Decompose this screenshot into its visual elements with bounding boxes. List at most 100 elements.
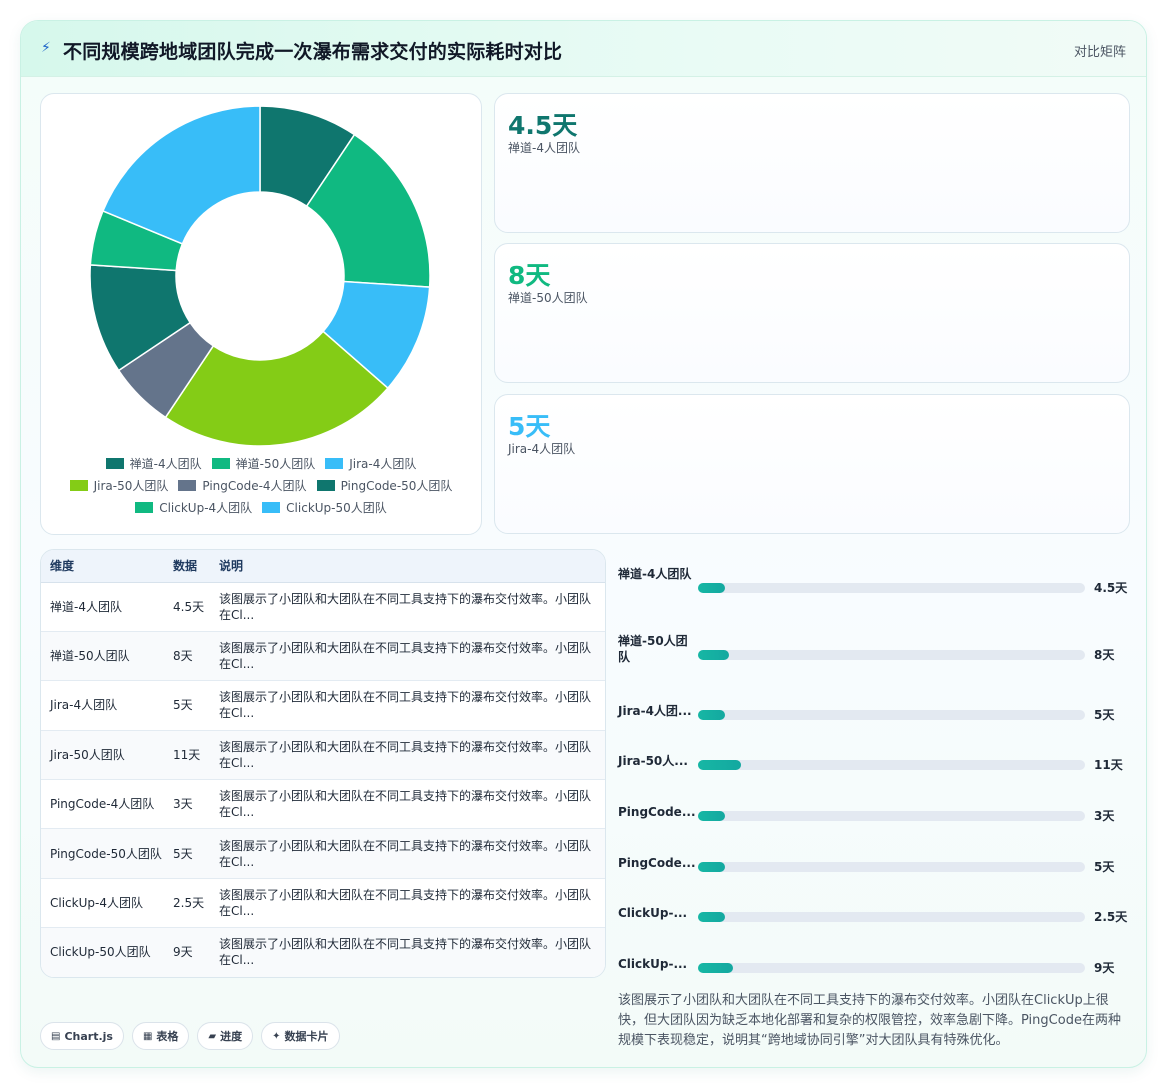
cell-description: 该图展示了小团队和大团队在不同工具支持下的瀑布交付效率。小团队在Cl... — [210, 631, 605, 682]
legend-item[interactable]: ClickUp-4人团队 — [135, 499, 252, 516]
progress-bars: 禅道-4人团队 4.5天 禅道-50人团队 8天 Jira-4人团... 5天 Jira-5… — [618, 549, 1128, 979]
donut-chart-panel: 禅道-4人团队 禅道-50人团队 Jira-4人团队 Jira-50人团队 PingCo… — [40, 93, 482, 535]
progress-label: PingCode... — [618, 856, 696, 870]
progress-row: PingCode... 5天 — [618, 856, 1128, 901]
legend-swatch — [135, 501, 154, 513]
cell-dimension: ClickUp-4人团队 — [41, 878, 164, 929]
donut-chart — [89, 105, 431, 447]
progress-fill — [698, 710, 726, 720]
cell-dimension: ClickUp-50人团队 — [41, 927, 164, 977]
cell-dimension: Jira-4人团队 — [41, 680, 164, 731]
cell-dimension: 禅道-50人团队 — [41, 631, 164, 682]
legend-item[interactable]: PingCode-50人团队 — [316, 477, 453, 494]
progress-fill — [698, 760, 741, 770]
legend-swatch — [178, 479, 197, 491]
cell-value: 8天 — [164, 631, 210, 682]
cell-description: 该图展示了小团队和大团队在不同工具支持下的瀑布交付效率。小团队在Cl... — [210, 828, 605, 879]
legend-swatch — [105, 457, 124, 469]
kpi-card: 5天 Jira-4人团队 — [494, 394, 1130, 534]
dashboard-card: ⚡ 不同规模跨地域团队完成一次瀑布需求交付的实际耗时对比 对比矩阵 禅道-4人团… — [20, 20, 1147, 1068]
legend-swatch — [211, 457, 230, 469]
progress-value: 5天 — [1094, 860, 1115, 874]
progress-label: ClickUp-... — [618, 957, 688, 971]
cell-value: 5天 — [164, 680, 210, 731]
cell-value: 4.5天 — [164, 582, 210, 632]
progress-row: 禅道-4人团队 4.5天 — [618, 567, 1128, 614]
chip-card[interactable]: ✦ 数据卡片 — [261, 1022, 340, 1050]
table-row: ClickUp-50人团队 9天 该图展示了小团队和大团队在不同工具支持下的瀑布交付… — [41, 927, 605, 977]
legend-label: PingCode-50人团队 — [340, 478, 453, 493]
legend-item[interactable]: 禅道-50人团队 — [211, 455, 316, 472]
progress-fill — [698, 650, 729, 660]
progress-fill — [698, 912, 726, 922]
table-row: Jira-50人团队 11天 该图展示了小团队和大团队在不同工具支持下的瀑布交付效率… — [41, 730, 605, 781]
table-row: Jira-4人团队 5天 该图展示了小团队和大团队在不同工具支持下的瀑布交付效率。小… — [41, 680, 605, 731]
table-header-dimension: 维度 — [41, 550, 164, 583]
progress-icon: ▰ — [208, 1030, 217, 1042]
legend-row: 禅道-4人团队 禅道-50人团队 Jira-4人团队 — [41, 452, 481, 474]
progress-fill — [698, 811, 726, 821]
progress-fill — [698, 583, 726, 593]
kpi-card: 4.5天 禅道-4人团队 — [494, 93, 1130, 233]
matrix-label[interactable]: 对比矩阵 — [1074, 41, 1126, 60]
progress-track — [698, 912, 1085, 922]
bolt-icon: ⚡ — [41, 40, 51, 56]
progress-row: ClickUp-... 2.5天 — [618, 906, 1128, 951]
progress-value: 3天 — [1094, 809, 1115, 823]
card-icon: ✦ — [272, 1030, 281, 1042]
chart-description: 该图展示了小团队和大团队在不同工具支持下的瀑布交付效率。小团队在ClickUp上… — [618, 993, 1121, 1048]
progress-label: 禅道-4人团队 — [618, 567, 692, 581]
chip-chart[interactable]: ▤ Chart.js — [40, 1022, 124, 1050]
kpi-value: 5天 — [508, 412, 551, 441]
progress-track — [698, 760, 1085, 770]
cell-description: 该图展示了小团队和大团队在不同工具支持下的瀑布交付效率。小团队在Cl... — [210, 680, 605, 731]
table-row: ClickUp-4人团队 2.5天 该图展示了小团队和大团队在不同工具支持下的瀑布交… — [41, 878, 605, 929]
legend-item[interactable]: PingCode-4人团队 — [178, 477, 307, 494]
legend-label: 禅道-50人团队 — [235, 456, 316, 471]
chip-progress[interactable]: ▰ 进度 — [197, 1022, 254, 1050]
cell-value: 11天 — [164, 730, 210, 781]
table-row: 禅道-50人团队 8天 该图展示了小团队和大团队在不同工具支持下的瀑布交付效率。小团… — [41, 631, 605, 682]
chart-legend: 禅道-4人团队 禅道-50人团队 Jira-4人团队 Jira-50人团队 PingCo… — [41, 452, 481, 518]
cell-value: 9天 — [164, 927, 210, 977]
chip-group: ▤ Chart.js ▦ 表格 ▰ 进度 ✦ 数据卡片 — [40, 1022, 340, 1050]
cell-description: 该图展示了小团队和大团队在不同工具支持下的瀑布交付效率。小团队在Cl... — [210, 730, 605, 781]
progress-label: PingCode... — [618, 805, 696, 819]
chip-label: 表格 — [156, 1030, 179, 1043]
legend-item[interactable]: Jira-50人团队 — [69, 477, 169, 494]
legend-label: Jira-50人团队 — [93, 478, 169, 493]
table-header-description: 说明 — [210, 550, 605, 583]
legend-row: Jira-50人团队 PingCode-4人团队 PingCode-50人团队 — [41, 474, 481, 496]
legend-label: 禅道-4人团队 — [129, 456, 202, 471]
cell-description: 该图展示了小团队和大团队在不同工具支持下的瀑布交付效率。小团队在Cl... — [210, 779, 605, 830]
header: ⚡ 不同规模跨地域团队完成一次瀑布需求交付的实际耗时对比 对比矩阵 — [21, 21, 1146, 77]
cell-dimension: PingCode-4人团队 — [41, 779, 164, 830]
progress-label: ClickUp-... — [618, 906, 688, 920]
legend-item[interactable]: 禅道-4人团队 — [105, 455, 202, 472]
kpi-label: Jira-4人团队 — [508, 442, 576, 456]
legend-item[interactable]: Jira-4人团队 — [325, 455, 416, 472]
table-header-data: 数据 — [164, 550, 210, 583]
legend-item[interactable]: ClickUp-50人团队 — [262, 499, 387, 516]
legend-label: PingCode-4人团队 — [202, 478, 307, 493]
cell-dimension: 禅道-4人团队 — [41, 582, 164, 632]
data-table-panel: 维度 数据 说明 禅道-4人团队 4.5天 该图展示了小团队和大团队在不同工具支持下… — [40, 549, 606, 978]
kpi-value: 8天 — [508, 261, 551, 290]
legend-swatch — [69, 479, 88, 491]
progress-track — [698, 862, 1085, 872]
chart-icon: ▤ — [51, 1030, 61, 1042]
kpi-label: 禅道-4人团队 — [508, 141, 580, 155]
kpi-card: 8天 禅道-50人团队 — [494, 243, 1130, 383]
progress-value: 4.5天 — [1094, 581, 1128, 595]
cell-dimension: Jira-50人团队 — [41, 730, 164, 781]
progress-track — [698, 963, 1085, 973]
legend-swatch — [316, 479, 335, 491]
cell-description: 该图展示了小团队和大团队在不同工具支持下的瀑布交付效率。小团队在Cl... — [210, 878, 605, 929]
chip-table[interactable]: ▦ 表格 — [131, 1022, 190, 1050]
progress-value: 9天 — [1094, 961, 1115, 975]
progress-value: 5天 — [1094, 708, 1115, 722]
table-row: PingCode-50人团队 5天 该图展示了小团队和大团队在不同工具支持下的瀑布交… — [41, 828, 605, 879]
table-icon: ▦ — [142, 1030, 153, 1042]
progress-label: Jira-50人... — [618, 754, 688, 768]
progress-label: 禅道-50人团队 — [618, 634, 688, 664]
